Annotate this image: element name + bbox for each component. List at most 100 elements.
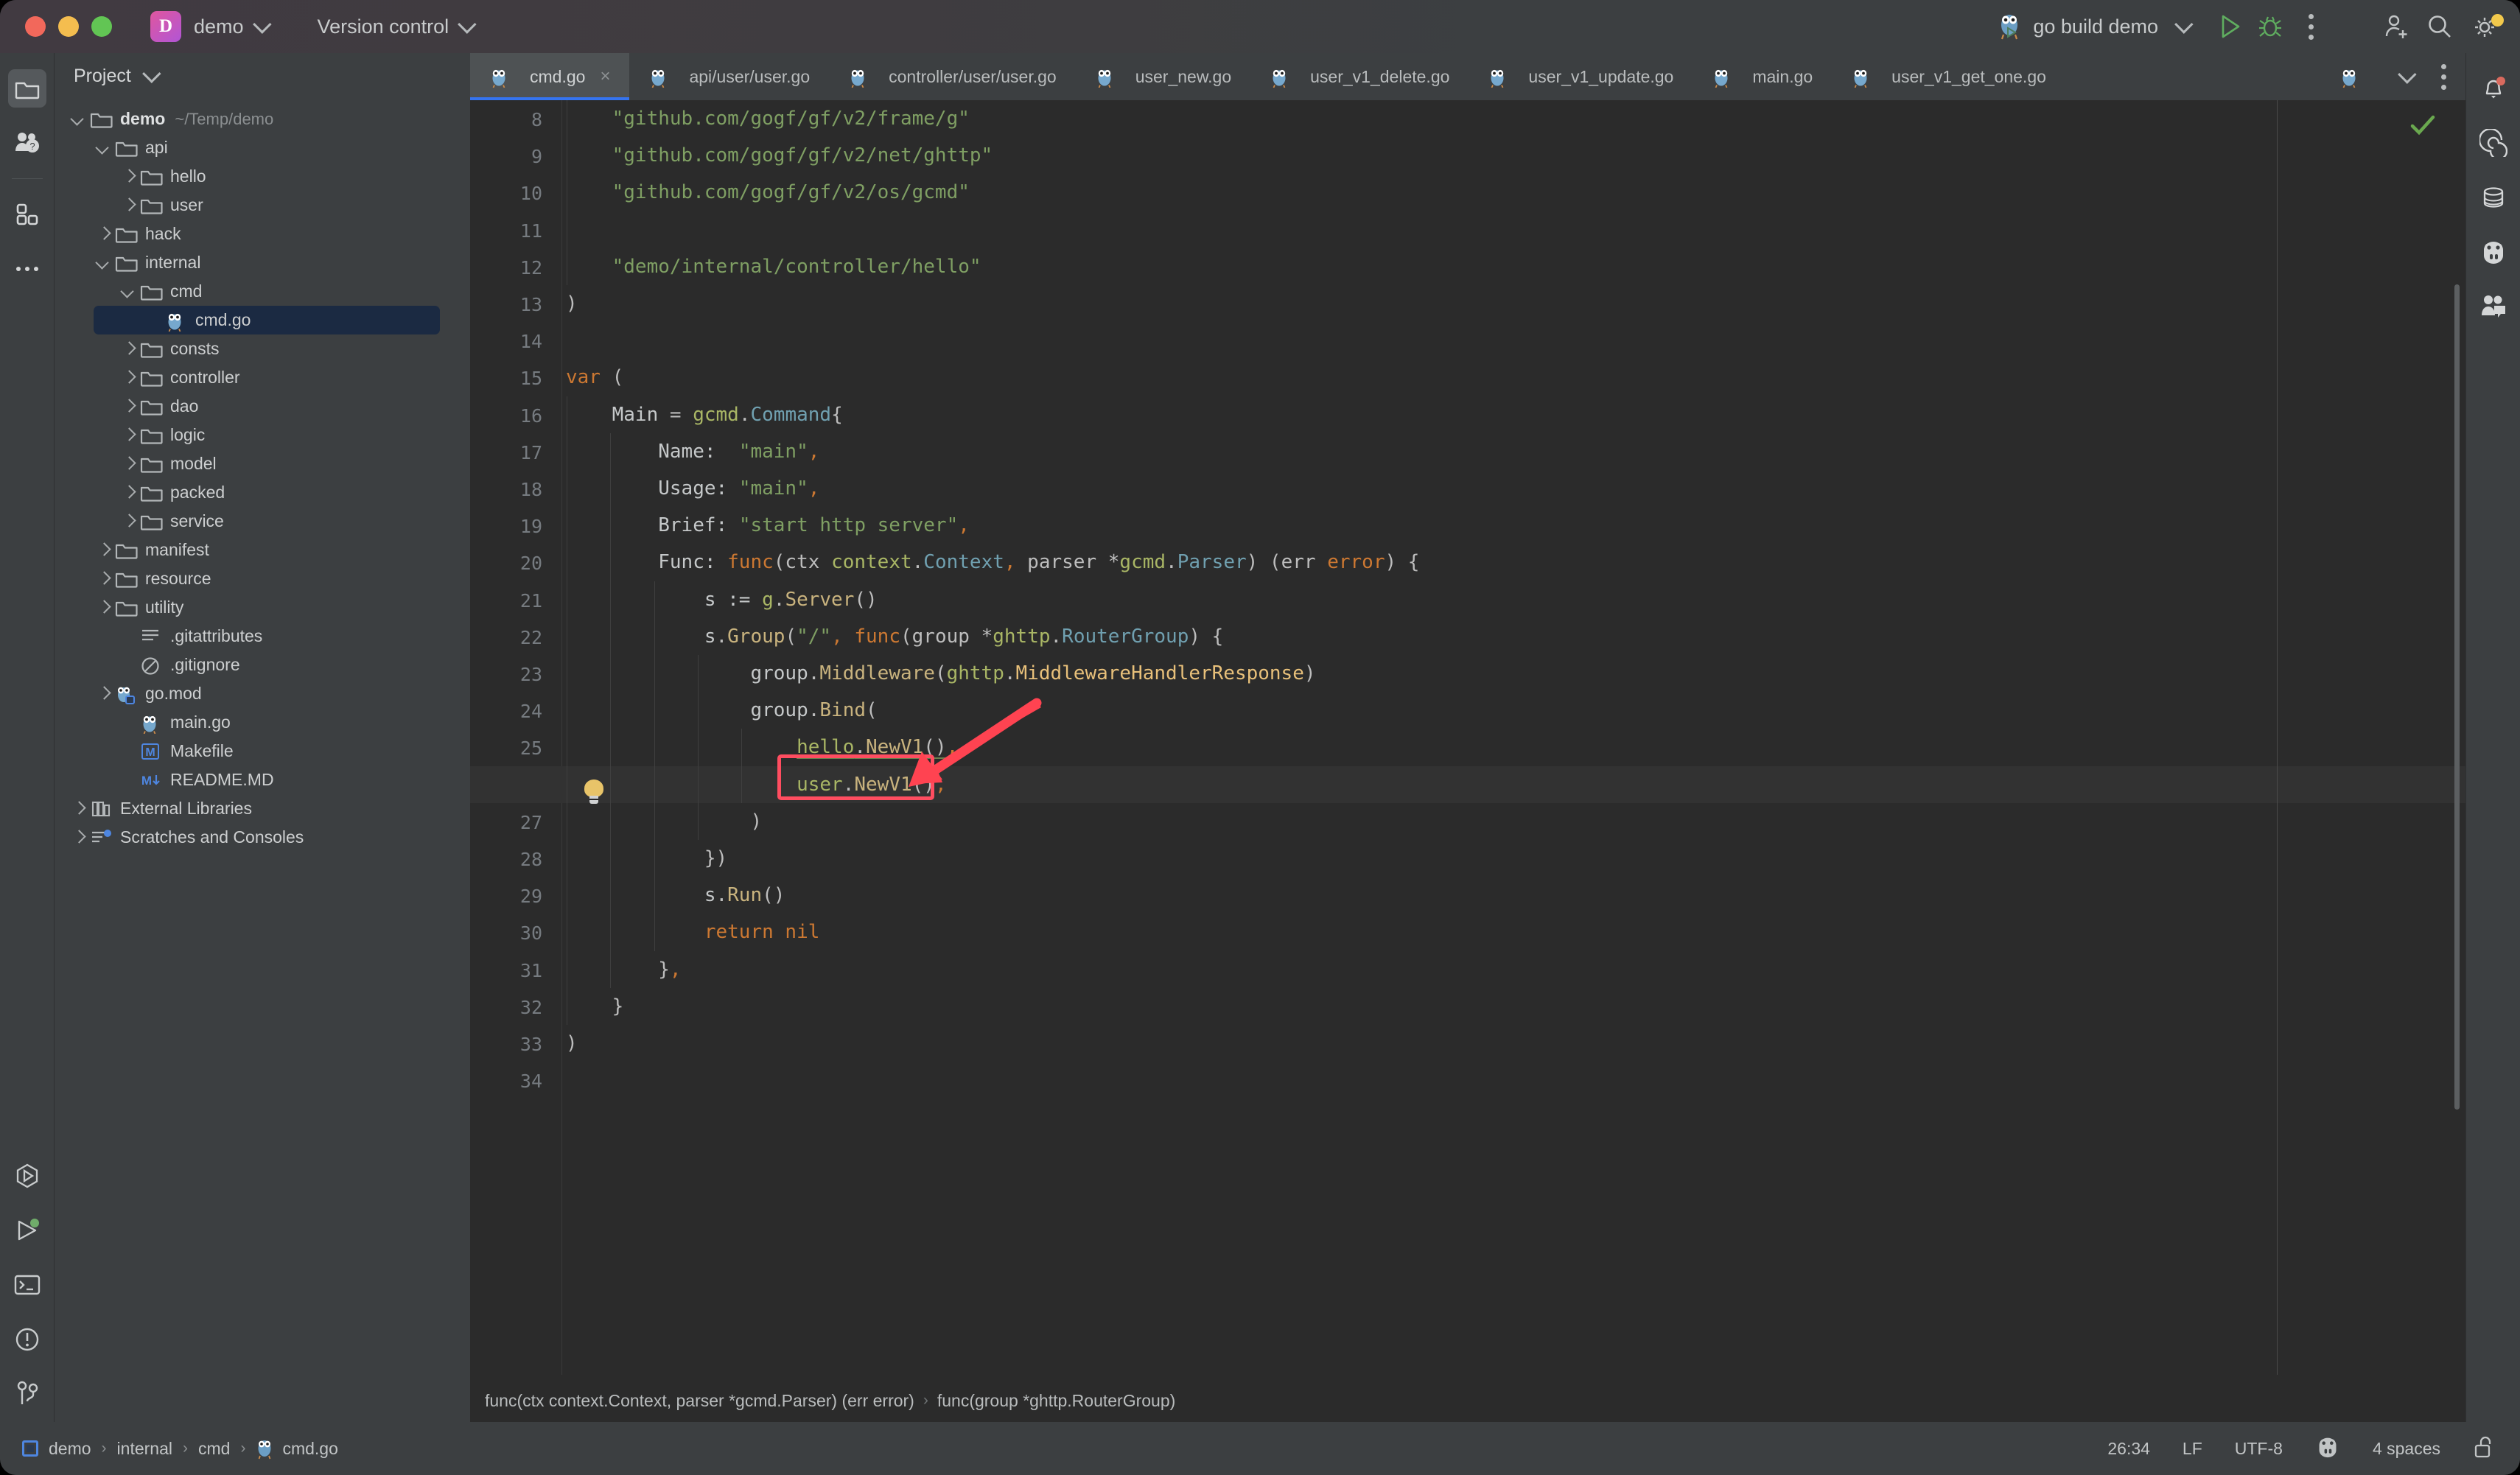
code-line[interactable]: s := g.Server() <box>470 581 2465 618</box>
code-line[interactable]: }, <box>470 951 2465 988</box>
chevron-right-icon[interactable] <box>119 167 139 186</box>
status-breadcrumb[interactable]: demo › internal › cmd › cmd.go <box>0 1437 338 1460</box>
intention-bulb-icon[interactable] <box>584 779 603 805</box>
tree-node-cmd[interactable]: cmd <box>55 277 470 306</box>
run-button[interactable] <box>2211 14 2250 39</box>
code-line[interactable]: "github.com/gogf/gf/v2/frame/g" <box>470 100 2465 137</box>
code-line[interactable]: }) <box>470 840 2465 877</box>
tree-node-readme.md[interactable]: M README.MD <box>55 765 470 794</box>
sidebar-item-git[interactable] <box>8 1375 46 1413</box>
editor-breadcrumb-item[interactable]: func(group *ghttp.RouterGroup) <box>937 1391 1175 1411</box>
chevron-right-icon[interactable] <box>119 512 139 531</box>
tree-node-model[interactable]: model <box>55 449 470 478</box>
sidebar-item-more-tool-windows[interactable] <box>8 250 46 288</box>
sidebar-item-run-anything[interactable] <box>8 1157 46 1195</box>
chevron-right-icon[interactable] <box>94 570 113 589</box>
version-control-widget[interactable]: Version control <box>305 15 477 38</box>
tree-node-external-libraries[interactable]: External Libraries <box>55 794 470 823</box>
run-configuration-selector[interactable]: go build demo <box>1998 12 2194 41</box>
code-line[interactable]: Name: "main", <box>470 433 2465 470</box>
chevron-down-icon[interactable] <box>69 110 88 129</box>
chevron-down-icon[interactable] <box>119 282 139 301</box>
code-line[interactable]: s.Group("/", func(group *ghttp.RouterGro… <box>470 618 2465 655</box>
tree-node-service[interactable]: service <box>55 507 470 536</box>
code-line[interactable] <box>470 211 2465 248</box>
editor-tab-api-user-user.go[interactable]: api/user/user.go <box>629 53 829 100</box>
code-line[interactable]: var ( <box>470 359 2465 396</box>
line-separator-label[interactable]: LF <box>2183 1439 2202 1459</box>
status-crumb-3[interactable]: cmd.go <box>282 1439 337 1459</box>
tree-node-dao[interactable]: dao <box>55 392 470 421</box>
maximize-window-button[interactable] <box>91 16 112 37</box>
minimize-window-button[interactable] <box>58 16 79 37</box>
editor-tab-user-v1-get-one.go[interactable]: user_v1_get_one.go <box>1832 53 2065 100</box>
sidebar-item-run[interactable] <box>8 1211 46 1250</box>
add-collaborator-button[interactable] <box>2376 13 2418 41</box>
settings-button[interactable] <box>2461 13 2510 41</box>
tree-node-packed[interactable]: packed <box>55 478 470 507</box>
unlocked-padlock-icon[interactable] <box>2473 1434 2495 1463</box>
caret-position-label[interactable]: 26:34 <box>2107 1439 2150 1459</box>
tree-node-makefile[interactable]: M Makefile <box>55 737 470 765</box>
tree-node-demo[interactable]: demo ~/Temp/demo <box>55 105 470 133</box>
encoding-label[interactable]: UTF-8 <box>2235 1439 2283 1459</box>
code-line[interactable]: return nil <box>470 914 2465 950</box>
search-everywhere-button[interactable] <box>2418 13 2461 41</box>
close-window-button[interactable] <box>25 16 46 37</box>
tab-options-kebab-icon[interactable] <box>2441 63 2446 90</box>
sidebar-item-project[interactable] <box>7 69 46 108</box>
tree-node-consts[interactable]: consts <box>55 334 470 363</box>
tree-node-api[interactable]: api <box>55 133 470 162</box>
code-editor[interactable]: 8910111213141516171819202122232425262728… <box>470 100 2465 1375</box>
sidebar-item-ai-assistant[interactable]: ? <box>8 124 46 162</box>
debug-button[interactable] <box>2250 14 2290 39</box>
editor-breadcrumb[interactable]: func(ctx context.Context, parser *gcmd.P… <box>470 1379 2465 1422</box>
editor-tab-main.go[interactable]: main.go <box>1693 53 1832 100</box>
editor-tab-user-new.go[interactable]: user_new.go <box>1076 53 1250 100</box>
show-hidden-tabs-chevron-icon[interactable] <box>2398 65 2417 84</box>
editor-vertical-scrollbar[interactable] <box>2454 284 2460 1110</box>
code-line[interactable]: ) <box>470 285 2465 322</box>
sidebar-item-database[interactable] <box>2474 178 2513 217</box>
gopher-face-icon[interactable] <box>2315 1436 2340 1462</box>
code-line[interactable]: ) <box>470 803 2465 840</box>
tree-node-go.mod[interactable]: go.mod <box>55 679 470 708</box>
window-controls[interactable] <box>25 16 112 37</box>
tree-node-controller[interactable]: controller <box>55 363 470 392</box>
chevron-right-icon[interactable] <box>69 799 88 819</box>
tree-node-scratches-and-consoles[interactable]: Scratches and Consoles <box>55 823 470 852</box>
sidebar-item-gopher-tool[interactable] <box>2474 233 2513 271</box>
tree-node-user[interactable]: user <box>55 191 470 220</box>
tree-node-internal[interactable]: internal <box>55 248 470 277</box>
chevron-right-icon[interactable] <box>94 225 113 244</box>
editor-tab-user-v1-delete.go[interactable]: user_v1_delete.go <box>1250 53 1469 100</box>
status-crumb-2[interactable]: cmd <box>198 1439 230 1459</box>
tree-node-utility[interactable]: utility <box>55 593 470 622</box>
tree-node-main.go[interactable]: main.go <box>55 708 470 737</box>
code-line[interactable]: "demo/internal/controller/hello" <box>470 248 2465 285</box>
chevron-right-icon[interactable] <box>119 455 139 474</box>
chevron-right-icon[interactable] <box>94 598 113 617</box>
chevron-right-icon[interactable] <box>119 368 139 388</box>
chevron-right-icon[interactable] <box>119 483 139 502</box>
code-line[interactable]: "github.com/gogf/gf/v2/os/gcmd" <box>470 174 2465 211</box>
code-line[interactable]: ) <box>470 1025 2465 1062</box>
inspection-status-icon[interactable] <box>2408 111 2437 140</box>
editor-tab-controller-user-user.go[interactable]: controller/user/user.go <box>829 53 1076 100</box>
sidebar-item-problems[interactable] <box>8 1320 46 1359</box>
indent-label[interactable]: 4 spaces <box>2373 1439 2440 1459</box>
code-line[interactable] <box>470 1062 2465 1099</box>
code-line[interactable]: Brief: "start http server", <box>470 507 2465 544</box>
project-selector[interactable]: demo <box>181 15 272 38</box>
status-crumb-0[interactable]: demo <box>49 1439 91 1459</box>
close-tab-icon[interactable]: × <box>600 66 610 87</box>
tree-node-.gitignore[interactable]: .gitignore <box>55 651 470 679</box>
project-panel-header[interactable]: Project <box>55 53 470 99</box>
code-line[interactable]: hello.NewV1(), <box>470 729 2465 765</box>
editor-tab-bar[interactable]: cmd.go × api/user/user.go controller/user/u… <box>470 53 2465 100</box>
tree-node-.gitattributes[interactable]: .gitattributes <box>55 622 470 651</box>
sidebar-item-terminal[interactable] <box>8 1266 46 1304</box>
editor-breadcrumb-item[interactable]: func(ctx context.Context, parser *gcmd.P… <box>485 1391 914 1411</box>
tree-node-logic[interactable]: logic <box>55 421 470 449</box>
code-line[interactable]: s.Run() <box>470 877 2465 914</box>
